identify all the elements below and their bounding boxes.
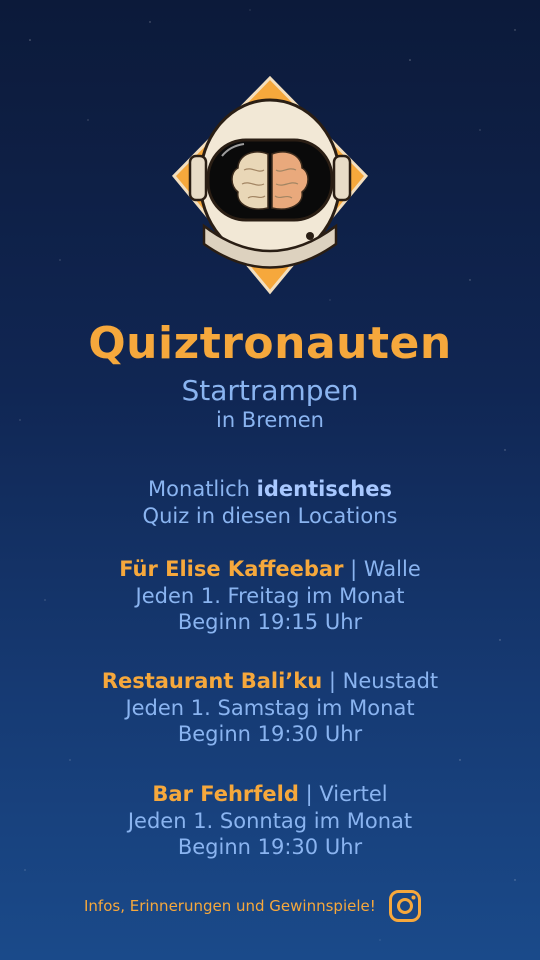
venue-time: Beginn 19:30 Uhr: [177, 835, 363, 859]
intro-line-1: Monatlich identisches: [0, 476, 540, 503]
location-subline: in Bremen: [215, 408, 324, 432]
intro-line-2: Quiz in diesen Locations: [142, 504, 398, 528]
venue-separator: |: [343, 557, 364, 581]
venue-block: Bar Fehrfeld | Viertel Jeden 1. Sonntag …: [0, 781, 540, 861]
venue-schedule: Jeden 1. Sonntag im Monat: [127, 808, 413, 833]
venue-district: Viertel: [319, 782, 388, 806]
venue-separator: |: [298, 782, 320, 806]
instagram-icon[interactable]: [388, 889, 422, 923]
footer: Infos, Erinnerungen und Gewinnspiele!: [84, 888, 422, 924]
venue-schedule: Jeden 1. Samstag im Monat: [125, 695, 415, 720]
venue-district: Walle: [363, 557, 421, 581]
intro-prefix: Monatlich: [148, 477, 257, 501]
intro-text: Monatlich identisches Quiz in diesen Loc…: [0, 476, 540, 530]
venue-header: Für Elise Kaffeebar | Walle: [0, 556, 540, 583]
venue-block: Für Elise Kaffeebar | Walle Jeden 1. Fre…: [0, 556, 540, 636]
venue-time: Beginn 19:15 Uhr: [177, 610, 363, 634]
venue-name: Restaurant Bali’ku: [101, 669, 323, 693]
footer-text: Infos, Erinnerungen und Gewinnspiele!: [84, 897, 376, 915]
venue-block: Restaurant Bali’ku | Neustadt Jeden 1. S…: [0, 668, 540, 748]
venue-separator: |: [322, 669, 343, 693]
venue-name: Bar Fehrfeld: [152, 782, 299, 806]
app-title: Quiztronauten: [88, 318, 452, 369]
venue-header: Bar Fehrfeld | Viertel: [0, 781, 540, 808]
venue-time: Beginn 19:30 Uhr: [177, 722, 363, 746]
intro-emphasis: identisches: [256, 477, 392, 501]
venue-schedule: Jeden 1. Freitag im Monat: [135, 583, 405, 608]
venue-header: Restaurant Bali’ku | Neustadt: [0, 668, 540, 695]
venue-name: Für Elise Kaffeebar: [119, 557, 344, 581]
astronaut-helmet-brain-icon: [171, 76, 369, 295]
subtitle: Startrampen: [181, 374, 359, 407]
venue-district: Neustadt: [342, 669, 439, 693]
